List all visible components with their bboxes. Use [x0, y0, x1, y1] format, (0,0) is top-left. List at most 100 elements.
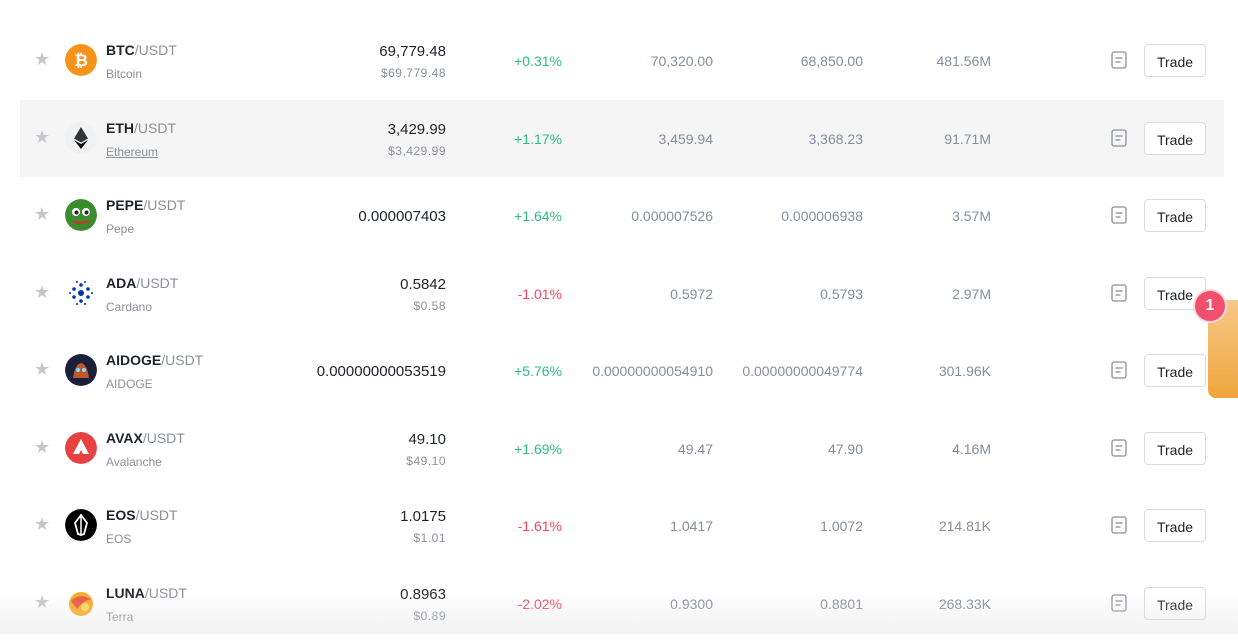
quote-symbol: /USDT [143, 430, 185, 446]
coin-name: AIDOGE [106, 377, 153, 391]
pair-symbol[interactable]: ADA/USDT [106, 275, 178, 291]
table-row[interactable]: ★ETH/USDTEthereum3,429.99$3,429.99+1.17%… [20, 100, 1224, 178]
favorite-star-icon[interactable]: ★ [34, 360, 52, 378]
quote-symbol: /USDT [143, 197, 185, 213]
trade-button[interactable]: Trade [1144, 432, 1206, 465]
last-price: 3,429.99 [388, 121, 446, 138]
high-24h: 49.47 [678, 441, 713, 457]
high-24h: 3,459.94 [659, 131, 714, 147]
table-row[interactable]: ★AIDOGE/USDTAIDOGE0.00000000053519+5.76%… [20, 332, 1224, 410]
coin-name: Bitcoin [106, 67, 142, 81]
change-percent: +0.31% [514, 53, 562, 69]
favorite-star-icon[interactable]: ★ [34, 128, 52, 146]
high-24h: 0.00000000054910 [592, 363, 713, 379]
table-row[interactable]: ★EOS/USDTEOS1.0175$1.01-1.61%1.04171.007… [20, 487, 1224, 565]
markets-table: ★ ₿ BTC/USDT Bitcoin 69,779.48 $69,779.48 +0.3… [0, 22, 1238, 642]
change-percent: -1.61% [518, 518, 562, 534]
favorite-star-icon[interactable]: ★ [34, 438, 52, 456]
bitcoin-icon: ₿ [65, 44, 97, 76]
usd-price: $49.10 [406, 454, 446, 468]
favorite-star-icon[interactable]: ★ [34, 515, 52, 533]
eos-icon [65, 509, 97, 541]
coin-name: Pepe [106, 222, 134, 236]
table-row[interactable]: ★ AVAX/USDT Avalanche 49.10 $49.10 +1.69% 49.4… [20, 410, 1224, 488]
trade-button[interactable]: Trade [1144, 199, 1206, 232]
document-icon[interactable] [1111, 439, 1127, 457]
quote-symbol: /USDT [136, 507, 178, 523]
pair-symbol[interactable]: AIDOGE/USDT [106, 352, 203, 368]
base-symbol: EOS [106, 507, 136, 523]
low-24h: 0.000006938 [781, 208, 863, 224]
low-24h: 0.00000000049774 [742, 363, 863, 379]
low-24h: 47.90 [828, 441, 863, 457]
pair-symbol[interactable]: BTC/USDT [106, 42, 177, 58]
favorite-star-icon[interactable]: ★ [34, 283, 52, 301]
low-24h: 0.5793 [820, 286, 863, 302]
document-icon[interactable] [1111, 206, 1127, 224]
change-percent: +5.76% [514, 363, 562, 379]
document-icon[interactable] [1111, 51, 1127, 69]
coin-name: EOS [106, 532, 131, 546]
volume-24h: 481.56M [937, 53, 991, 69]
last-price: 0.00000000053519 [317, 363, 446, 380]
last-price: 69,779.48 [379, 43, 446, 60]
document-icon[interactable] [1111, 516, 1127, 534]
trade-button[interactable]: Trade [1144, 354, 1206, 387]
high-24h: 70,320.00 [651, 53, 713, 69]
quote-symbol: /USDT [134, 120, 176, 136]
volume-24h: 301.96K [939, 363, 991, 379]
high-24h: 1.0417 [670, 518, 713, 534]
usd-price: $1.01 [413, 531, 446, 545]
volume-24h: 214.81K [939, 518, 991, 534]
favorite-star-icon[interactable]: ★ [34, 50, 52, 68]
last-price: 49.10 [408, 431, 446, 448]
quote-symbol: /USDT [161, 352, 203, 368]
volume-24h: 91.71M [944, 131, 991, 147]
usd-price: $69,779.48 [381, 66, 446, 80]
pair-symbol[interactable]: AVAX/USDT [106, 430, 185, 446]
table-row[interactable]: ★ ₿ BTC/USDT Bitcoin 69,779.48 $69,779.48 +0.3… [20, 22, 1224, 100]
last-price: 0.5842 [400, 276, 446, 293]
quote-symbol: /USDT [135, 42, 177, 58]
low-24h: 68,850.00 [801, 53, 863, 69]
aidoge-icon [65, 354, 97, 386]
volume-24h: 2.97M [952, 286, 991, 302]
high-24h: 0.5972 [670, 286, 713, 302]
pepe-icon [65, 199, 97, 231]
svg-text:₿: ₿ [74, 51, 88, 71]
pair-symbol[interactable]: ETH/USDT [106, 120, 176, 136]
base-symbol: ETH [106, 120, 134, 136]
change-percent: -1.01% [518, 286, 562, 302]
avalanche-icon [65, 432, 97, 464]
base-symbol: AVAX [106, 430, 143, 446]
base-symbol: ADA [106, 275, 136, 291]
low-24h: 3,368.23 [809, 131, 864, 147]
table-row[interactable]: ★ PEPE/USDT Pepe 0.000007403 +1.64% 0.0000075… [20, 177, 1224, 255]
cardano-icon [65, 277, 97, 309]
volume-24h: 3.57M [952, 208, 991, 224]
bottom-fade [0, 590, 1238, 634]
favorite-star-icon[interactable]: ★ [34, 205, 52, 223]
change-percent: +1.64% [514, 208, 562, 224]
ethereum-icon [65, 122, 97, 154]
trade-button[interactable]: Trade [1144, 122, 1206, 155]
document-icon[interactable] [1111, 284, 1127, 302]
coin-name[interactable]: Ethereum [106, 145, 158, 159]
low-24h: 1.0072 [820, 518, 863, 534]
document-icon[interactable] [1111, 129, 1127, 147]
change-percent: +1.69% [514, 441, 562, 457]
notification-badge[interactable]: 1 [1195, 291, 1225, 321]
table-row[interactable]: ★ADA/USDTCardano0.5842$0.58-1.01%0.59720… [20, 255, 1224, 333]
document-icon[interactable] [1111, 361, 1127, 379]
pair-symbol[interactable]: EOS/USDT [106, 507, 178, 523]
coin-name: Avalanche [106, 455, 162, 469]
trade-button[interactable]: Trade [1144, 44, 1206, 77]
pair-symbol[interactable]: PEPE/USDT [106, 197, 185, 213]
change-percent: +1.17% [514, 131, 562, 147]
base-symbol: AIDOGE [106, 352, 161, 368]
volume-24h: 4.16M [952, 441, 991, 457]
last-price: 0.000007403 [358, 208, 446, 225]
base-symbol: BTC [106, 42, 135, 58]
trade-button[interactable]: Trade [1144, 509, 1206, 542]
high-24h: 0.000007526 [631, 208, 713, 224]
